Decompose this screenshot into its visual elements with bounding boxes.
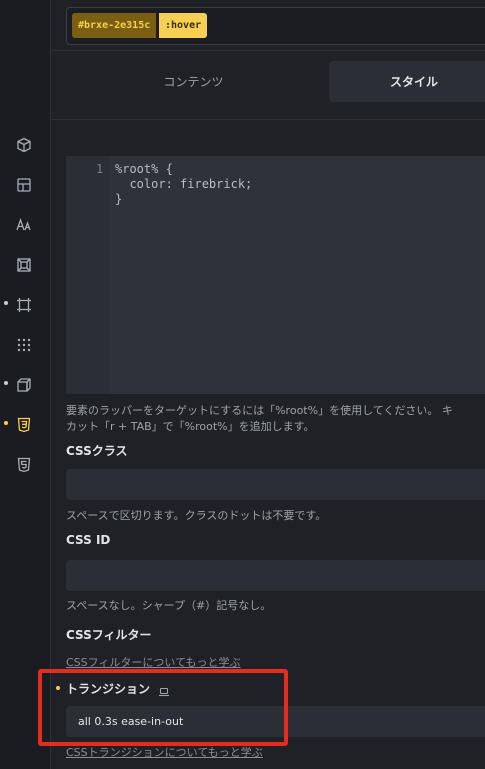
css3-icon[interactable] bbox=[15, 416, 33, 434]
layout-icon[interactable] bbox=[15, 176, 33, 194]
css-id-help: スペースなし。シャープ（#）記号なし。 bbox=[66, 599, 272, 612]
divider bbox=[50, 50, 485, 51]
editor-body[interactable]: %root% { color: firebrick; } bbox=[110, 156, 485, 394]
css-class-input[interactable] bbox=[66, 469, 485, 500]
active-dot bbox=[4, 421, 8, 425]
tab-content[interactable]: コンテンツ bbox=[66, 61, 321, 102]
code-line: } bbox=[115, 192, 123, 206]
selector-id-chip[interactable]: #brxe-2e315c bbox=[72, 13, 157, 38]
typography-icon[interactable] bbox=[15, 216, 33, 234]
html5-icon[interactable] bbox=[15, 456, 33, 474]
editor-gutter bbox=[66, 156, 110, 394]
custom-css-editor[interactable]: 1 %root% { color: firebrick; } bbox=[66, 156, 485, 394]
selector-state-chip[interactable]: :hover bbox=[159, 13, 208, 38]
border-icon[interactable] bbox=[15, 296, 33, 314]
custom-css-help-line1: 要素のラッパーをターゲットにするには「%root%」を使用してください。 キ bbox=[66, 404, 453, 417]
spacing-icon[interactable] bbox=[15, 256, 33, 274]
cube-icon[interactable] bbox=[15, 136, 33, 154]
grid-dots-icon[interactable] bbox=[15, 336, 33, 354]
code-line: color: firebrick; bbox=[115, 177, 253, 191]
custom-css-help-line2: カット「r + TAB」で「%root%」を追加します。 bbox=[66, 420, 315, 433]
modified-dot bbox=[4, 301, 8, 305]
transition-learn-more-link[interactable]: CSSトランジションについてもっと学ぶ bbox=[66, 744, 263, 760]
css-filter-learn-more-link[interactable]: CSSフィルターについてもっと学ぶ bbox=[66, 654, 241, 670]
selector-bar[interactable]: #brxe-2e315c :hover bbox=[66, 7, 485, 45]
css-class-help: スペースで区切ります。クラスのドットは不要です。 bbox=[66, 509, 327, 522]
modified-dot bbox=[4, 381, 8, 385]
line-number: 1 bbox=[96, 162, 104, 176]
css-id-input[interactable] bbox=[66, 560, 485, 591]
css-class-label: CSSクラス bbox=[66, 444, 128, 458]
transform-icon[interactable] bbox=[15, 376, 33, 394]
highlight-box bbox=[38, 669, 288, 746]
tab-style[interactable]: スタイル bbox=[329, 61, 485, 102]
css-filter-label: CSSフィルター bbox=[66, 628, 152, 642]
code-line: %root% { bbox=[115, 162, 173, 176]
divider bbox=[50, 119, 485, 120]
css-id-label: CSS ID bbox=[66, 533, 111, 547]
left-sidebar bbox=[0, 0, 51, 769]
